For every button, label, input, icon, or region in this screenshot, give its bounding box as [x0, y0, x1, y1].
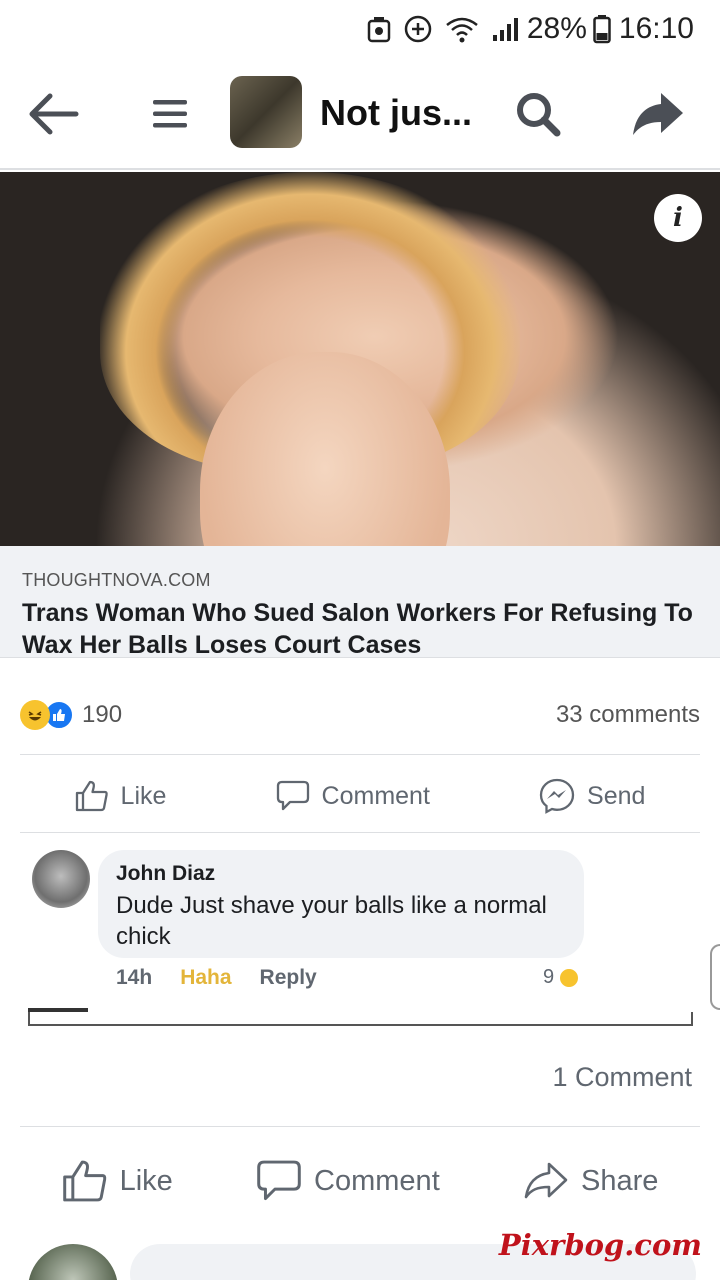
divider — [20, 832, 700, 833]
divider — [20, 1126, 700, 1127]
comment-bubble-icon — [257, 1160, 301, 1201]
comment-time: 14h — [116, 966, 153, 989]
thumbs-up-icon — [75, 780, 108, 812]
reaction-summary[interactable]: 190 — [20, 700, 122, 730]
comment-bubble[interactable]: John Diaz Dude Just shave your balls lik… — [98, 850, 584, 958]
comment-label: Comment — [321, 781, 430, 810]
watermark-text: Pixrbog.com — [498, 1228, 702, 1262]
thumbs-up-icon — [62, 1160, 106, 1202]
comment-bubble-icon — [276, 780, 309, 811]
link-title: Trans Woman Who Sued Salon Workers For R… — [22, 599, 693, 659]
data-saver-icon — [403, 14, 433, 44]
search-button[interactable] — [508, 82, 568, 146]
outer-comment-button[interactable]: Comment — [256, 1159, 440, 1203]
haha-reaction-icon — [558, 966, 581, 989]
back-arrow-icon — [29, 93, 79, 135]
outer-share-label: Share — [580, 1164, 659, 1197]
screenshot-frame — [28, 1012, 693, 1026]
page-title[interactable]: Not jus... — [320, 92, 472, 134]
comment-meta: 14h Haha Reply — [116, 966, 317, 990]
link-preview-caption[interactable]: THOUGHTNOVA.COM Trans Woman Who Sued Sal… — [0, 546, 720, 659]
user-avatar[interactable] — [28, 1244, 118, 1280]
comment-author[interactable]: John Diaz — [116, 862, 566, 886]
outer-like-button[interactable]: Like — [62, 1159, 173, 1203]
share-icon — [524, 1162, 568, 1199]
haha-reaction-icon — [20, 700, 50, 730]
outer-comment-label: Comment — [314, 1164, 440, 1197]
menu-button[interactable] — [140, 84, 200, 144]
reaction-count: 190 — [82, 701, 123, 728]
page-avatar[interactable] — [230, 76, 302, 148]
divider — [20, 754, 700, 755]
clock-time: 16:10 — [618, 12, 694, 45]
battery-percent: 28% — [526, 12, 587, 45]
comment-reaction-count: 9 — [543, 966, 555, 988]
search-icon — [517, 93, 561, 137]
link-preview-image[interactable]: i — [0, 172, 720, 546]
hamburger-icon — [153, 100, 187, 128]
scroll-edge-handle — [710, 944, 720, 1010]
comments-count[interactable]: 33 comments — [556, 701, 700, 729]
outer-comments-count[interactable]: 1 Comment — [552, 1062, 692, 1093]
info-button[interactable]: i — [654, 194, 702, 242]
like-label: Like — [120, 781, 167, 810]
inner-action-row: Like Comment Send — [20, 768, 700, 824]
share-arrow-icon — [633, 93, 683, 135]
like-button[interactable]: Like — [75, 780, 167, 812]
share-button[interactable] — [626, 82, 690, 146]
back-button[interactable] — [22, 84, 86, 144]
comment-reply-button[interactable]: Reply — [260, 966, 317, 990]
top-nav: Not jus... — [0, 58, 720, 170]
outer-share-button[interactable]: Share — [523, 1161, 658, 1201]
reactions-row: 190 33 comments — [20, 690, 700, 740]
messenger-icon — [539, 778, 575, 814]
battery-icon — [593, 14, 611, 44]
wifi-icon — [445, 15, 479, 43]
info-icon: i — [673, 203, 683, 233]
status-bar: 28% 16:10 — [0, 0, 720, 58]
comment-reaction-summary[interactable]: 9 — [543, 966, 581, 989]
commenter-avatar[interactable] — [32, 850, 90, 908]
send-button[interactable]: Send — [539, 778, 645, 814]
app-notification-icon — [367, 15, 391, 43]
link-domain: THOUGHTNOVA.COM — [22, 570, 211, 590]
outer-action-row: Like Comment Share — [20, 1148, 700, 1214]
send-label: Send — [587, 781, 646, 810]
outer-like-label: Like — [119, 1164, 173, 1197]
comment-text: Dude Just shave your balls like a normal… — [116, 892, 547, 950]
comment-button[interactable]: Comment — [276, 780, 430, 812]
signal-icon — [491, 15, 519, 43]
comment-haha-button[interactable]: Haha — [180, 966, 231, 990]
